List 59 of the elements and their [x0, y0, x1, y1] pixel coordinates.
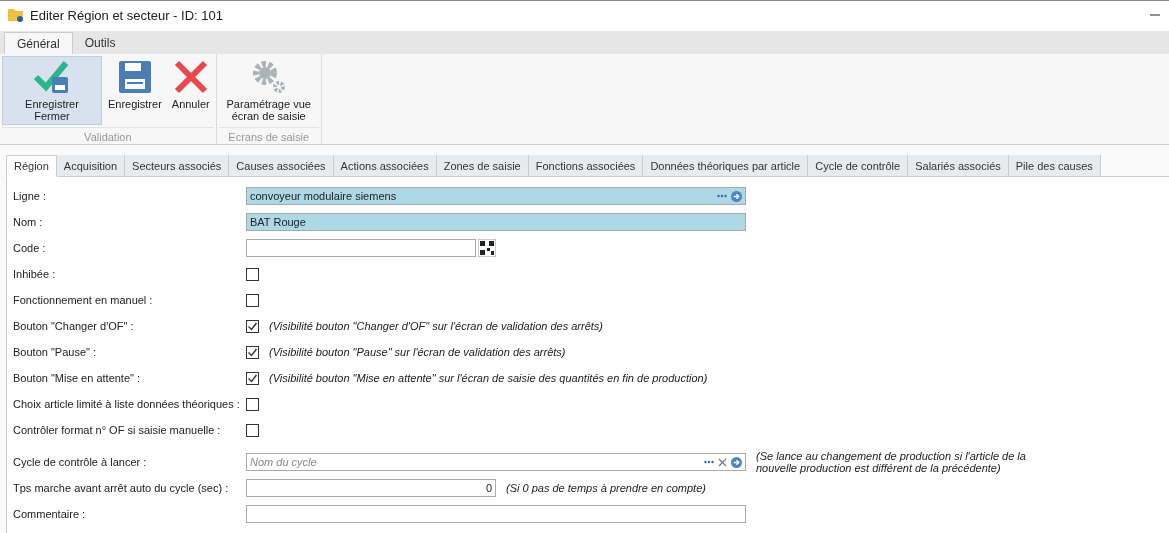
- tab[interactable]: Acquisition: [56, 155, 126, 176]
- field-label: Inhibée :: [13, 268, 57, 280]
- ellipsis-icon[interactable]: [704, 460, 714, 464]
- close-icon: [172, 59, 209, 95]
- field-label: Fonctionnement en manuel :: [13, 294, 154, 306]
- field-label: Code :: [13, 242, 47, 254]
- tab[interactable]: Secteurs associés: [125, 155, 230, 176]
- ribbon-tab[interactable]: Outils: [72, 32, 128, 54]
- field-label: Nom :: [13, 216, 44, 228]
- clear-icon[interactable]: [718, 457, 727, 467]
- number-field[interactable]: 0: [246, 479, 496, 497]
- ribbon-tab[interactable]: Général: [4, 32, 73, 54]
- field-label: Bouton "Mise en attente" :: [13, 372, 142, 384]
- ribbon-button[interactable]: Enregistrer: [104, 56, 166, 125]
- tab[interactable]: Pile des causes: [1008, 155, 1101, 176]
- arrow-icon[interactable]: [731, 456, 742, 468]
- checkbox[interactable]: [246, 319, 259, 333]
- ribbon-button[interactable]: Paramétrage vue écran de saisie: [218, 56, 319, 125]
- tab[interactable]: Région: [6, 155, 57, 177]
- arrow-icon[interactable]: [731, 190, 742, 202]
- tab[interactable]: Zones de saisie: [436, 155, 529, 176]
- hint-text: (Se lance au changement de production si l'article de la nouvelle production est différent de la précédente): [756, 450, 1027, 474]
- hint-text: (Visibilité bouton "Mise en attente" sur l'écran de saisie des quantités en fin de production): [269, 372, 708, 384]
- check-save-icon: [34, 59, 70, 95]
- lookup-field[interactable]: convoyeur modulaire siemens: [246, 187, 746, 205]
- field-label: Ligne :: [13, 190, 48, 202]
- gears-icon: [250, 59, 287, 95]
- field-label: Tps marche avant arrêt auto du cycle (sec) :: [13, 482, 230, 494]
- hint-text: (Si 0 pas de temps à prendre en compte): [506, 482, 706, 494]
- tab[interactable]: Actions associées: [333, 155, 437, 176]
- text-field[interactable]: [246, 505, 746, 523]
- checkbox[interactable]: [246, 267, 259, 281]
- field-label: Bouton "Changer d'OF" :: [13, 320, 135, 332]
- ribbon-button[interactable]: Annuler: [167, 56, 214, 125]
- tab[interactable]: Salariés associés: [908, 155, 1009, 176]
- field-label: Cycle de contrôle à lancer :: [13, 456, 148, 468]
- field-label: Bouton "Pause" :: [13, 346, 98, 358]
- folder-icon: [8, 8, 24, 22]
- tab[interactable]: Causes associées: [229, 155, 334, 176]
- ellipsis-icon[interactable]: [717, 194, 727, 198]
- checkbox[interactable]: [246, 423, 259, 437]
- field-label: Choix article limité à liste données théoriques :: [13, 398, 241, 410]
- lookup-field[interactable]: Nom du cycle: [246, 453, 746, 471]
- checkbox[interactable]: [246, 345, 259, 359]
- text-field[interactable]: BAT Rouge: [246, 213, 746, 231]
- checkbox[interactable]: [246, 371, 259, 385]
- checkbox[interactable]: [246, 397, 259, 411]
- code-field[interactable]: [246, 239, 476, 257]
- ribbon-button[interactable]: Enregistrer Fermer: [2, 56, 102, 125]
- tab[interactable]: Données théoriques par article: [643, 155, 809, 176]
- checkbox[interactable]: [246, 293, 259, 307]
- field-label: Commentaire :: [13, 508, 87, 520]
- qr-code-icon[interactable]: [478, 239, 496, 257]
- window-title: Editer Région et secteur - ID: 101: [30, 7, 224, 23]
- hint-text: (Visibilité bouton "Pause" sur l'écran de validation des arrêts): [269, 346, 566, 358]
- tab[interactable]: Cycle de contrôle: [808, 155, 909, 176]
- tab[interactable]: Fonctions associées: [528, 155, 644, 176]
- hint-text: (Visibilité bouton "Changer d'OF" sur l'écran de validation des arrêts): [269, 320, 604, 332]
- field-label: Contrôler format n° OF si saisie manuelle :: [13, 424, 222, 436]
